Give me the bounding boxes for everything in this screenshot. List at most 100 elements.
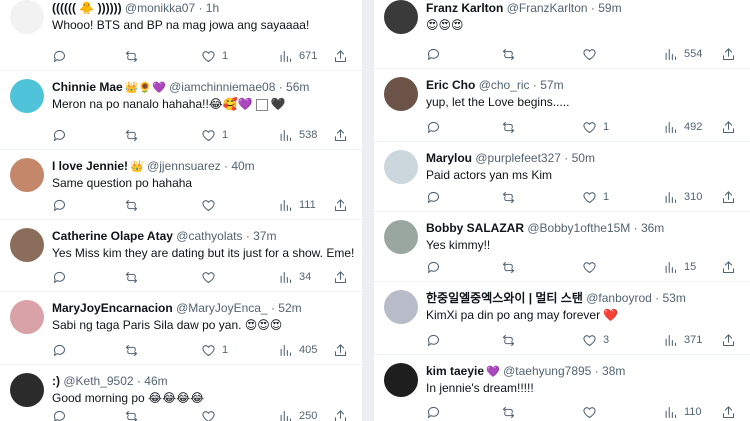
avatar[interactable] (10, 373, 44, 407)
avatar[interactable] (384, 77, 418, 111)
retweet-button[interactable] (124, 409, 139, 421)
user-handle[interactable]: @cathyolats (176, 229, 242, 243)
tweet[interactable]: (((((( 🐥 )))))) @monikka07 · 1h Whooo! BT… (0, 0, 362, 71)
tweet[interactable]: Chinnie Mae 👑🌻💜 @iamchinniemae08 · 56m Mer… (0, 71, 362, 150)
retweet-button[interactable] (501, 405, 516, 420)
retweet-button[interactable] (124, 343, 139, 358)
views-button[interactable]: 110 (663, 405, 702, 420)
display-name[interactable]: Marylou (426, 151, 472, 165)
retweet-button[interactable] (501, 120, 516, 135)
views-button[interactable]: 492 (663, 120, 702, 135)
avatar[interactable] (10, 158, 44, 192)
views-button[interactable]: 371 (663, 333, 702, 348)
reply-button[interactable] (426, 405, 441, 420)
tweet[interactable]: 한중일엘중엑스와이 | 멀티 스탠 @fanboyrod · 53m KimXi … (374, 282, 750, 355)
tweet[interactable]: :) @Keth_9502 · 46m Good morning po 😂😂😂😂 2… (0, 365, 362, 421)
like-button[interactable] (582, 260, 603, 275)
timestamp[interactable]: 40m (231, 159, 254, 173)
retweet-button[interactable] (501, 260, 516, 275)
views-button[interactable]: 538 (278, 128, 317, 143)
timestamp[interactable]: 53m (662, 291, 685, 305)
share-button[interactable] (721, 47, 736, 62)
timestamp[interactable]: 46m (144, 374, 167, 388)
reply-button[interactable] (52, 409, 67, 421)
like-button[interactable] (201, 198, 222, 213)
retweet-button[interactable] (124, 198, 139, 213)
views-button[interactable]: 554 (663, 47, 702, 62)
reply-button[interactable] (426, 120, 441, 135)
timestamp[interactable]: 52m (278, 301, 301, 315)
reply-button[interactable] (426, 260, 441, 275)
share-button[interactable] (721, 120, 736, 135)
user-handle[interactable]: @Keth_9502 (63, 374, 133, 388)
share-button[interactable] (721, 405, 736, 420)
share-button[interactable] (333, 128, 348, 143)
reply-button[interactable] (426, 190, 441, 205)
like-button[interactable]: 1 (582, 190, 609, 205)
user-handle[interactable]: @fanboyrod (586, 291, 652, 305)
display-name[interactable]: Chinnie Mae (52, 80, 123, 94)
display-name[interactable]: I love Jennie! (52, 159, 128, 173)
share-button[interactable] (333, 409, 348, 421)
reply-button[interactable] (52, 198, 67, 213)
display-name[interactable]: Catherine Olape Atay (52, 229, 173, 243)
share-button[interactable] (333, 49, 348, 64)
tweet[interactable]: Franz Karlton @FranzKarlton · 59m 😍😍😍 554 (374, 0, 750, 69)
reply-button[interactable] (52, 49, 67, 64)
tweet[interactable]: kim taeyie 💜 @taehyung7895 · 38m In jennie… (374, 355, 750, 421)
reply-button[interactable] (426, 47, 441, 62)
avatar[interactable] (10, 79, 44, 113)
tweet[interactable]: I love Jennie! 👑 @jjennsuarez · 40m Same q… (0, 150, 362, 220)
timestamp[interactable]: 1h (206, 1, 219, 15)
user-handle[interactable]: @purplefeet327 (475, 151, 561, 165)
display-name[interactable]: Eric Cho (426, 78, 475, 92)
avatar[interactable] (384, 290, 418, 324)
user-handle[interactable]: @Bobby1ofthe15M (527, 221, 630, 235)
avatar[interactable] (10, 300, 44, 334)
views-button[interactable]: 34 (278, 270, 311, 285)
timestamp[interactable]: 59m (598, 1, 621, 15)
retweet-button[interactable] (124, 49, 139, 64)
share-button[interactable] (721, 333, 736, 348)
avatar[interactable] (384, 220, 418, 254)
user-handle[interactable]: @MaryJoyEnca_ (176, 301, 268, 315)
views-button[interactable]: 310 (663, 190, 702, 205)
like-button[interactable]: 1 (201, 49, 228, 64)
timestamp[interactable]: 36m (641, 221, 664, 235)
timestamp[interactable]: 37m (253, 229, 276, 243)
views-button[interactable]: 250 (278, 409, 317, 421)
share-button[interactable] (333, 198, 348, 213)
retweet-button[interactable] (501, 333, 516, 348)
avatar[interactable] (384, 0, 418, 34)
like-button[interactable] (201, 270, 222, 285)
views-button[interactable]: 15 (663, 260, 696, 275)
display-name[interactable]: Bobby SALAZAR (426, 221, 524, 235)
user-handle[interactable]: @FranzKarlton (507, 1, 588, 15)
display-name[interactable]: :) (52, 374, 60, 388)
display-name[interactable]: (((((( 🐥 )))))) (52, 1, 122, 15)
views-button[interactable]: 405 (278, 343, 317, 358)
retweet-button[interactable] (501, 190, 516, 205)
display-name[interactable]: 한중일엘중엑스와이 | 멀티 스탠 (426, 291, 583, 305)
like-button[interactable] (582, 47, 603, 62)
reply-button[interactable] (52, 270, 67, 285)
avatar[interactable] (384, 363, 418, 397)
user-handle[interactable]: @monikka07 (125, 1, 195, 15)
timestamp[interactable]: 56m (286, 80, 309, 94)
display-name[interactable]: MaryJoyEncarnacion (52, 301, 173, 315)
avatar[interactable] (10, 0, 44, 34)
user-handle[interactable]: @cho_ric (479, 78, 530, 92)
timestamp[interactable]: 57m (540, 78, 563, 92)
tweet[interactable]: Bobby SALAZAR @Bobby1ofthe15M · 36m Yes k… (374, 212, 750, 282)
avatar[interactable] (384, 150, 418, 184)
share-button[interactable] (721, 190, 736, 205)
tweet[interactable]: Catherine Olape Atay @cathyolats · 37m Ye… (0, 220, 362, 292)
display-name[interactable]: Franz Karlton (426, 1, 503, 15)
like-button[interactable]: 1 (201, 128, 228, 143)
views-button[interactable]: 111 (278, 198, 316, 213)
reply-button[interactable] (52, 343, 67, 358)
views-button[interactable]: 671 (278, 49, 317, 64)
tweet[interactable]: Eric Cho @cho_ric · 57m yup, let the Love… (374, 69, 750, 142)
like-button[interactable] (201, 409, 222, 421)
retweet-button[interactable] (124, 270, 139, 285)
